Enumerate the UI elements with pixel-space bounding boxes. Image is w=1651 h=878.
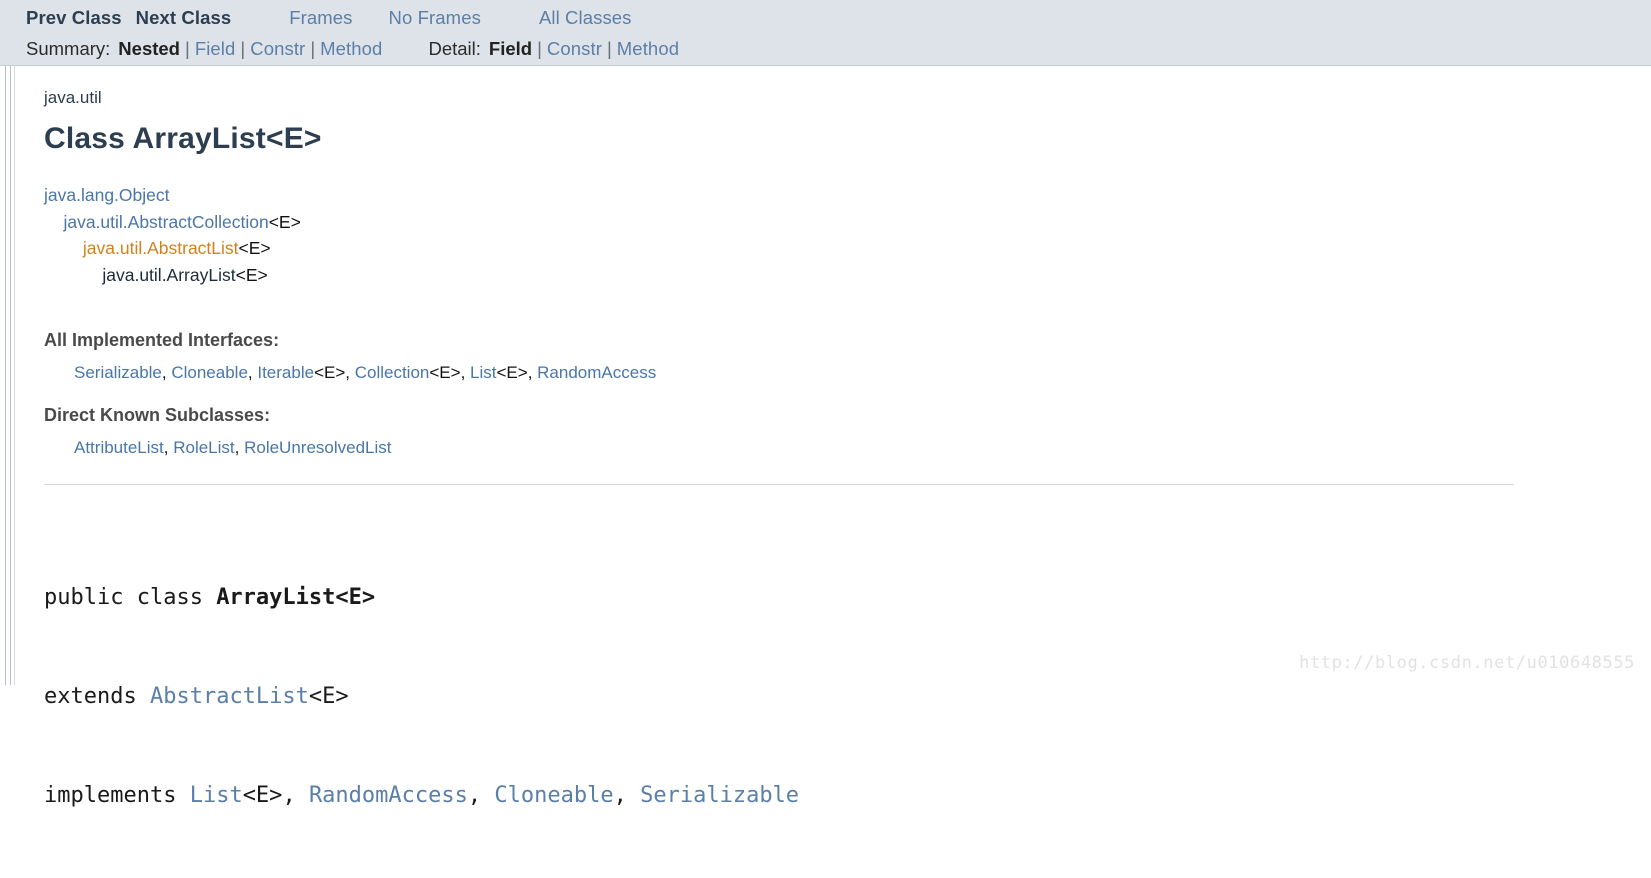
nav-next-class-link[interactable]: Next Class [136,7,232,29]
list-separator: , [467,783,495,809]
list-separator: , [613,783,641,809]
nav-row-class-links: Prev Class Next Class Frames No Frames A… [0,0,1651,33]
declaration-interface-link[interactable]: Serializable [640,783,799,808]
detail-method-link[interactable]: Method [617,38,679,60]
list-separator: , [460,363,471,383]
list-separator: , [527,363,538,383]
nav-no-frames-link[interactable]: No Frames [389,7,481,29]
class-declaration-block: public class ArrayList<E> extends Abstra… [44,515,1651,878]
inheritance-class-link[interactable]: java.lang.Object [44,185,170,205]
all-implemented-interfaces-section: All Implemented Interfaces: Serializable… [44,330,1651,383]
nav-frames-link[interactable]: Frames [289,7,352,29]
summary-label: Summary: [26,37,111,59]
declaration-interface-link[interactable]: List [190,783,243,808]
detail-field-item: Field [488,37,533,59]
inheritance-generic-param: <E> [238,238,271,259]
section-divider [44,484,1514,486]
subclass-link[interactable]: RoleUnresolvedList [244,438,391,457]
nav-row-summary-detail: Summary: Nested | Field | Constr | Metho… [0,33,1651,66]
watermark-text: http://blog.csdn.net/u010648555 [1299,653,1635,673]
detail-label: Detail: [428,37,481,59]
inheritance-line: java.util.AbstractCollection<E> [44,209,1651,236]
declaration-superclass-link[interactable]: AbstractList [150,684,309,709]
separator: | [606,37,612,59]
inheritance-class-link: java.util.ArrayList [102,264,236,285]
inheritance-generic-param: <E> [268,211,301,232]
implemented-interfaces-list: Serializable, Cloneable, Iterable<E>, Co… [74,363,1651,383]
inheritance-line: java.util.AbstractList<E> [44,235,1651,262]
interface-link[interactable]: Collection [355,363,430,382]
separator: | [240,37,246,59]
implemented-interfaces-heading: All Implemented Interfaces: [44,330,280,351]
declaration-interface-generic: <E> [242,783,283,809]
list-separator: , [234,438,245,458]
subclass-link[interactable]: AttributeList [74,438,164,457]
direct-known-subclasses-section: Direct Known Subclasses: AttributeList, … [44,405,1651,458]
inheritance-line: java.lang.Object [44,182,1651,209]
summary-nested-item: Nested [118,37,180,59]
interface-generic-param: <E> [314,363,346,383]
declaration-extends-keyword: extends [44,684,150,710]
list-separator: , [345,363,355,383]
package-name: java.util [44,88,102,107]
inheritance-hierarchy: java.lang.Object java.util.AbstractColle… [44,182,1651,288]
declaration-line-1: public class ArrayList<E> [44,581,1651,614]
summary-field-link[interactable]: Field [195,38,236,60]
top-navigation-bar: Prev Class Next Class Frames No Frames A… [0,0,1651,66]
nav-prev-class-link[interactable]: Prev Class [26,7,122,29]
interface-generic-param: <E> [429,363,461,383]
detail-constr-link[interactable]: Constr [547,38,602,60]
declaration-modifiers: public class [44,585,217,611]
inheritance-class-link[interactable]: java.util.AbstractCollection [63,212,268,232]
declaration-class-name: ArrayList<E> [216,585,376,611]
inheritance-line: java.util.ArrayList<E> [44,262,1651,289]
list-separator: , [282,783,309,809]
subclass-link[interactable]: RoleList [173,438,234,457]
declaration-interface-link[interactable]: RandomAccess [309,783,468,808]
list-separator: , [161,363,172,383]
separator: | [185,37,190,59]
class-documentation-content: java.util Class ArrayList<E> java.lang.O… [0,66,1651,878]
nav-all-classes-link[interactable]: All Classes [539,7,632,29]
interface-generic-param: <E> [496,363,528,383]
declaration-interface-link[interactable]: Cloneable [494,783,613,808]
declaration-interface-list: List<E>, RandomAccess, Cloneable, Serial… [190,783,799,808]
declaration-implements-keyword: implements [44,783,190,809]
interface-link[interactable]: Serializable [74,363,162,382]
interface-link[interactable]: Iterable [257,363,314,382]
list-separator: , [247,363,258,383]
interface-link[interactable]: RandomAccess [537,363,656,382]
summary-method-link[interactable]: Method [320,38,382,60]
interface-link[interactable]: List [470,363,496,382]
declaration-superclass-generic: <E> [308,684,349,710]
inheritance-generic-param: <E> [235,264,268,285]
known-subclasses-heading: Direct Known Subclasses: [44,405,271,426]
inheritance-class-link[interactable]: java.util.AbstractList [83,238,239,258]
page-title: Class ArrayList<E> [44,122,322,155]
declaration-line-2: extends AbstractList<E> [44,680,1651,713]
summary-constr-link[interactable]: Constr [250,38,305,60]
known-subclasses-list: AttributeList, RoleList, RoleUnresolvedL… [74,438,1651,458]
separator: | [310,37,316,59]
separator: | [537,37,542,59]
interface-link[interactable]: Cloneable [171,363,248,382]
list-separator: , [163,438,174,458]
declaration-line-3: implements List<E>, RandomAccess, Clonea… [44,779,1651,812]
